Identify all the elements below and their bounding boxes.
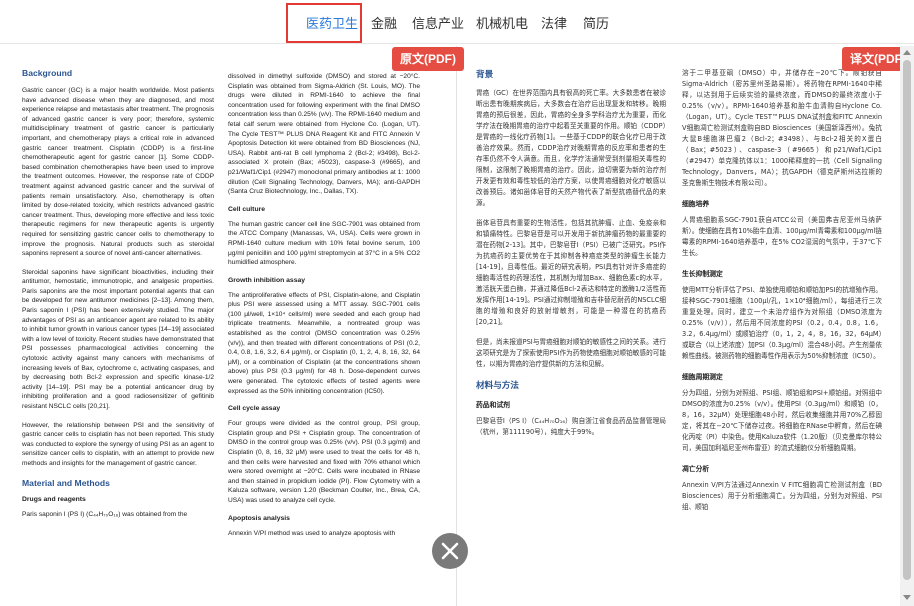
paragraph: 人胃癌细胞系SGC-7901获自ATCC公司（美国弗吉尼亚州马纳萨斯）。使细胞在… <box>682 216 882 257</box>
paragraph: Paris saponin I (PS I) (C₄₄H₇₀O₁₆) was o… <box>22 510 188 518</box>
paragraph: Annexin V/PI方法通过Annexin V FITC细胞凋亡检测试剂盒（… <box>682 481 882 511</box>
paragraph: Gastric cancer (GC) is a major health wo… <box>22 87 214 258</box>
tab-it-industry[interactable]: 信息产业 <box>412 13 464 32</box>
paragraph: However, the relationship between PSI an… <box>22 421 214 467</box>
document-viewer: Background Gastric cancer (GC) is a majo… <box>0 46 914 606</box>
close-icon <box>441 542 459 560</box>
section-heading-methods: Material and Methods <box>22 477 110 488</box>
paragraph: Four groups were divided as the control … <box>228 420 420 504</box>
section-heading-background: Background <box>22 68 73 78</box>
tab-resume[interactable]: 简历 <box>583 13 609 32</box>
subheading-growth: Growth inhibition assay <box>228 276 306 284</box>
paragraph: 使用MTT分析评估了PSI、单独使用顺铂和顺铂加PSI的抗增殖作用。接种SGC-… <box>682 286 882 360</box>
tab-finance[interactable]: 金融 <box>371 13 397 32</box>
paragraph: The human gastric cancer cell line SGC-7… <box>228 220 420 267</box>
subheading-growth-zh: 生长抑制测定 <box>682 271 723 278</box>
paragraph: The antiproliferative effects of PSI, Ci… <box>228 291 420 395</box>
original-column-1: Background Gastric cancer (GC) is a majo… <box>22 66 214 606</box>
scroll-thumb[interactable] <box>903 60 911 580</box>
subheading-drugs-zh: 药品和试剂 <box>476 402 510 409</box>
subheading-apoptosis-zh: 凋亡分析 <box>682 466 710 473</box>
tab-medicine[interactable]: 医药卫生 <box>306 13 358 32</box>
paragraph: 甾体皂苷具有重要的生物活性，包括其抗肿瘤、止血、免疫亲和和镇痛特性。巴黎皂苷是可… <box>476 219 666 326</box>
tab-machinery[interactable]: 机械机电 <box>476 13 528 32</box>
original-column-2: dissolved in dimethyl sulfoxide (DMSO) a… <box>228 72 420 606</box>
pane-divider <box>456 46 457 606</box>
subheading-cell-culture: Cell culture <box>228 205 266 213</box>
original-pdf-button[interactable]: 原文(PDF) <box>392 47 464 71</box>
scroll-up-icon[interactable] <box>903 50 911 55</box>
subheading-cell-cycle-zh: 细胞周期测定 <box>682 374 723 381</box>
subheading-cell-culture-zh: 细胞培养 <box>682 201 710 208</box>
section-heading-background-zh: 背景 <box>476 69 494 79</box>
paragraph: 分为四组，分别为对照组、PSI组、顺铂组和PSI+顺铂组。对照组中DMSO的浓度… <box>682 389 882 452</box>
translation-column-1: 背景 胃癌（GC）在世界范围内具有很高的死亡率。大多数患者在被诊断出患有晚期疾病… <box>476 66 666 606</box>
section-heading-methods-zh: 材料与方法 <box>476 380 519 390</box>
paragraph: 但是，尚未报道PSI与胃癌细胞对顺铂的敏感性之间的关系。进行这项研究是为了探索使… <box>476 338 666 368</box>
paragraph: dissolved in dimethyl sulfoxide (DMSO) a… <box>228 73 420 196</box>
subheading-drugs: Drugs and reagents <box>22 495 86 503</box>
subheading-cell-cycle: Cell cycle assay <box>228 405 281 413</box>
paragraph: Steroidal saponins have significant bioa… <box>22 268 214 410</box>
translation-column-2: 溶于二甲基亚砜（DMSO）中，并储存在−20℃下。顺铂获自Sigma-Aldri… <box>682 68 882 606</box>
subheading-apoptosis: Apoptosis analysis <box>228 514 290 522</box>
paragraph: 胃癌（GC）在世界范围内具有很高的死亡率。大多数患者在被诊断出患有晚期疾病后，大… <box>476 89 666 207</box>
scroll-down-icon[interactable] <box>903 595 911 600</box>
paragraph: 溶于二甲基亚砜（DMSO）中，并储存在−20℃下。顺铂获自Sigma-Aldri… <box>682 69 882 187</box>
paragraph: Annexin V/PI method was used to analyze … <box>228 529 396 537</box>
tab-law[interactable]: 法律 <box>541 13 567 32</box>
close-button[interactable] <box>432 533 468 569</box>
paragraph: 巴黎皂苷I（PS I）（C₄₄H₇₀O₁₆）购自浙江省食品药品监督管理局（杭州，… <box>476 417 666 436</box>
scrollbar[interactable] <box>900 46 914 606</box>
top-nav: 医药卫生 金融 信息产业 机械机电 法律 简历 <box>0 0 914 44</box>
